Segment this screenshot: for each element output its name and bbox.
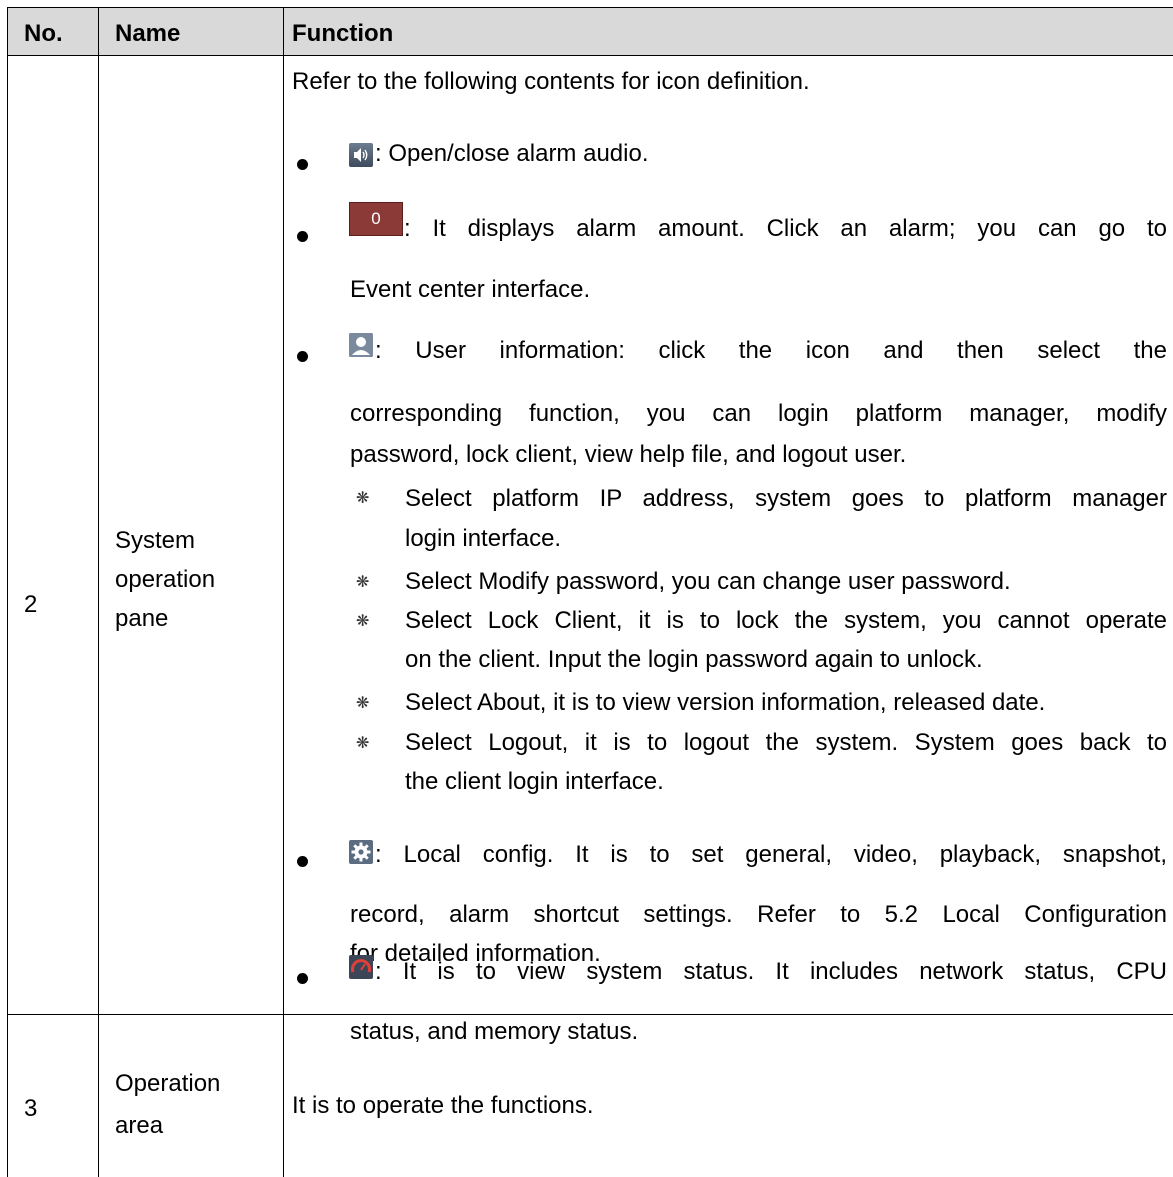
bullet xyxy=(297,856,308,867)
bullet xyxy=(297,351,308,362)
config-text-line1: : Local config. It is to set general, vi… xyxy=(375,841,1167,868)
sub1-line2: login interface. xyxy=(405,525,562,552)
sub-bullet-icon: ❋ xyxy=(356,574,370,591)
header-name: Name xyxy=(115,20,181,47)
sub-bullet-icon: ❋ xyxy=(356,613,370,630)
header-function: Function xyxy=(292,20,394,47)
speaker-icon xyxy=(349,143,373,167)
row2-name-line1: System xyxy=(115,527,196,554)
sub-bullet-icon: ❋ xyxy=(356,490,370,507)
header-divider xyxy=(7,55,1173,56)
header-no: No. xyxy=(24,20,63,47)
row-divider xyxy=(7,1014,1173,1015)
col-border-left xyxy=(7,7,8,1177)
gauge-icon xyxy=(349,955,373,979)
sub5-line1: Select Logout, it is to logout the syste… xyxy=(405,729,1167,756)
header-bg-function xyxy=(284,8,1173,55)
row2-name-line2: operation xyxy=(115,566,216,593)
bullet xyxy=(297,231,308,242)
row3-name-line2: area xyxy=(115,1112,164,1139)
bullet xyxy=(297,159,308,170)
user-text-line1: : User information: click the icon and t… xyxy=(375,337,1167,364)
status-text-line2: status, and memory status. xyxy=(350,1018,639,1045)
sub1-line1: Select platform IP address, system goes … xyxy=(405,485,1167,512)
alarm-text-line1: : It displays alarm amount. Click an ala… xyxy=(404,215,1167,242)
row2-name-line3: pane xyxy=(115,605,169,632)
row3-function: It is to operate the functions. xyxy=(292,1092,594,1119)
sub3-line2: on the client. Input the login password … xyxy=(405,646,983,673)
row3-no: 3 xyxy=(24,1095,38,1122)
sub-bullet-icon: ❋ xyxy=(356,695,370,712)
row2-no: 2 xyxy=(24,591,38,618)
alarm-text-line2: Event center interface. xyxy=(350,276,591,303)
user-icon xyxy=(349,333,373,357)
sub-bullet-icon: ❋ xyxy=(356,735,370,752)
gear-icon xyxy=(349,840,373,864)
sub4-line1: Select About, it is to view version info… xyxy=(405,689,1046,716)
config-text-line2: record, alarm shortcut settings. Refer t… xyxy=(350,901,1167,928)
intro-text: Refer to the following contents for icon… xyxy=(292,68,810,95)
col-divider-2 xyxy=(283,7,284,1177)
row3-name-line1: Operation xyxy=(115,1070,221,1097)
sub3-line1: Select Lock Client, it is to lock the sy… xyxy=(405,607,1167,634)
user-text-line2: corresponding function, you can login pl… xyxy=(350,400,1167,427)
sub2-line1: Select Modify password, you can change u… xyxy=(405,568,1011,595)
status-text-line1: : It is to view system status. It includ… xyxy=(375,958,1167,985)
col-divider-1 xyxy=(98,7,99,1177)
alarm-count-badge: 0 xyxy=(349,202,403,236)
audio-text: : Open/close alarm audio. xyxy=(375,140,649,167)
sub5-line2: the client login interface. xyxy=(405,768,664,795)
user-text-line3: password, lock client, view help file, a… xyxy=(350,441,907,468)
bullet xyxy=(297,973,308,984)
table-border-top xyxy=(7,7,1173,8)
